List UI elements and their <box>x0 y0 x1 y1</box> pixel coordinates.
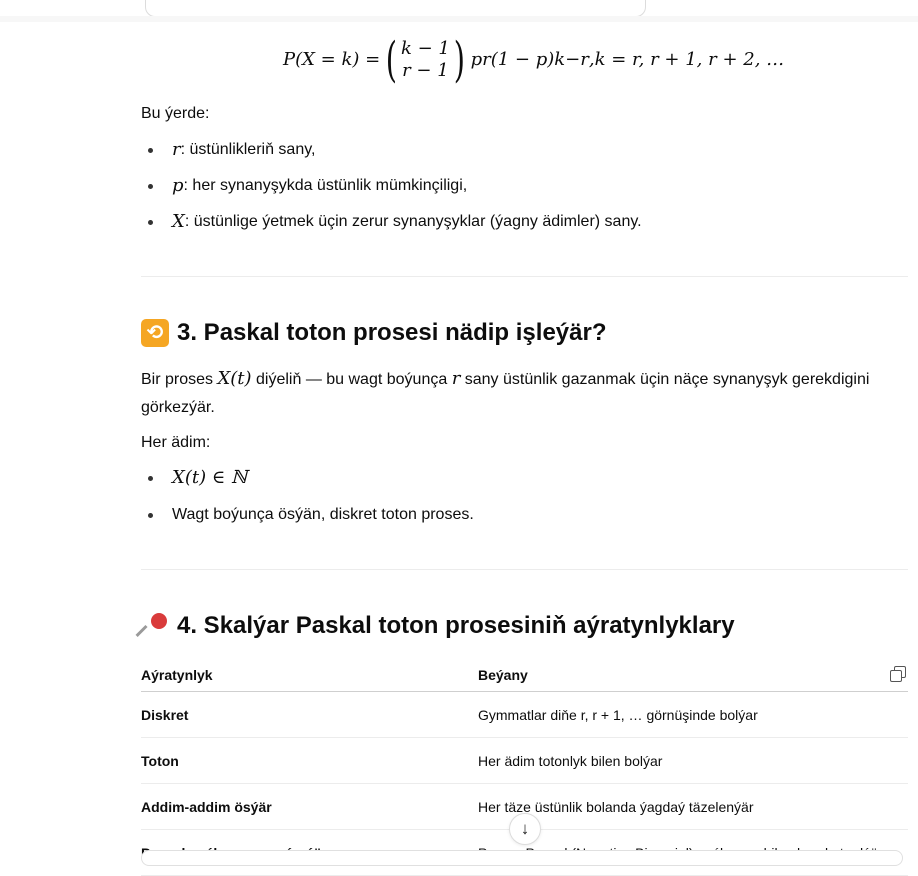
step-item: X(t) ∈ ℕ <box>148 468 247 488</box>
composer-input-edge[interactable] <box>141 850 903 866</box>
definition-text: : üstünlikleriň sany, <box>180 141 316 158</box>
pushpin-icon <box>135 609 171 640</box>
intro-text: Bu ýerde: <box>141 105 210 122</box>
definition-symbol: p <box>172 175 184 196</box>
table-row: Toton Her ädim totonlyk bilen bolýar <box>141 738 908 784</box>
definition-item: r : üstünlikleriň sany, <box>148 140 315 160</box>
description-cell: Her täze üstünlik bolanda ýagdaý täzelen… <box>478 798 754 815</box>
table-header: Aýratynlyk Beýany <box>141 658 908 692</box>
section-divider <box>141 276 908 277</box>
formula-range: k = r, r + 1, r + 2, … <box>594 49 785 70</box>
bullet-dot <box>148 512 153 518</box>
header-feature: Aýratynlyk <box>141 666 213 683</box>
divider-band <box>0 16 918 22</box>
definition-symbol: r <box>172 139 181 160</box>
feature-cell: Addim-addim ösýär <box>141 798 272 815</box>
step-item: Wagt boýunça ösýän, diskret toton proses… <box>148 505 474 525</box>
definition-text: : her synanyşykda üstünlik mümkinçiligi, <box>183 177 468 194</box>
definition-text: : üstünlige ýetmek üçin zerur synanyşykl… <box>184 213 642 230</box>
arrow-down-icon: ↓ <box>520 819 530 838</box>
definition-symbol: X <box>172 211 185 232</box>
section-3-title: 3. Paskal toton prosesi nädip işleýär? <box>177 319 607 346</box>
description-cell: Gymmatlar diňe r, r + 1, … görnüşinde bo… <box>478 706 758 723</box>
header-description: Beýany <box>478 666 528 683</box>
bullet-dot <box>148 183 153 189</box>
copy-icon[interactable] <box>888 664 908 684</box>
formula-lhs: P(X = k) = <box>283 49 381 70</box>
previous-code-block <box>145 0 646 17</box>
repeat-icon: ⟲ <box>141 319 169 347</box>
p-exponent: r <box>482 49 491 70</box>
step-text: Wagt boýunça ösýän, diskret toton proses… <box>172 506 474 523</box>
section-4-heading: 4. Skalýar Paskal toton prosesiniň aýrat… <box>135 609 735 642</box>
steps-label: Her ädim: <box>141 434 211 451</box>
section-divider <box>141 569 908 570</box>
feature-cell: Diskret <box>141 706 189 723</box>
definition-item: p : her synanyşykda üstünlik mümkinçilig… <box>148 176 467 196</box>
process-symbol: X(t) <box>217 368 252 389</box>
binomial-coefficient: ( k − 1 r − 1 ) <box>385 32 465 88</box>
feature-cell: Toton <box>141 752 179 769</box>
binom-top: k − 1 <box>400 38 450 59</box>
scroll-down-button[interactable]: ↓ <box>509 813 541 845</box>
section-3-heading: ⟲ 3. Paskal toton prosesi nädip işleýär? <box>141 317 606 349</box>
q-exponent: k−r <box>554 49 589 70</box>
probability-formula: P(X = k) = ( k − 1 r − 1 ) pr (1 − p) k−r… <box>283 32 784 88</box>
binom-bottom: r − 1 <box>402 60 449 81</box>
section-4-title: 4. Skalýar Paskal toton prosesiniň aýrat… <box>177 612 735 639</box>
q-base: (1 − p) <box>490 49 555 70</box>
r-symbol: r <box>451 368 461 389</box>
bullet-dot <box>148 219 153 225</box>
bullet-dot <box>148 475 153 481</box>
section-3-paragraph: Bir proses X(t) diýeliň — bu wagt boýunç… <box>141 368 870 416</box>
description-cell: Her ädim totonlyk bilen bolýar <box>478 752 663 769</box>
step-formula: X(t) ∈ ℕ <box>172 467 248 488</box>
p-base: p <box>470 49 483 70</box>
definition-item: X : üstünlige ýetmek üçin zerur synanyşy… <box>148 212 642 232</box>
bullet-dot <box>148 147 153 153</box>
table-row: Diskret Gymmatlar diňe r, r + 1, … görnü… <box>141 692 908 738</box>
